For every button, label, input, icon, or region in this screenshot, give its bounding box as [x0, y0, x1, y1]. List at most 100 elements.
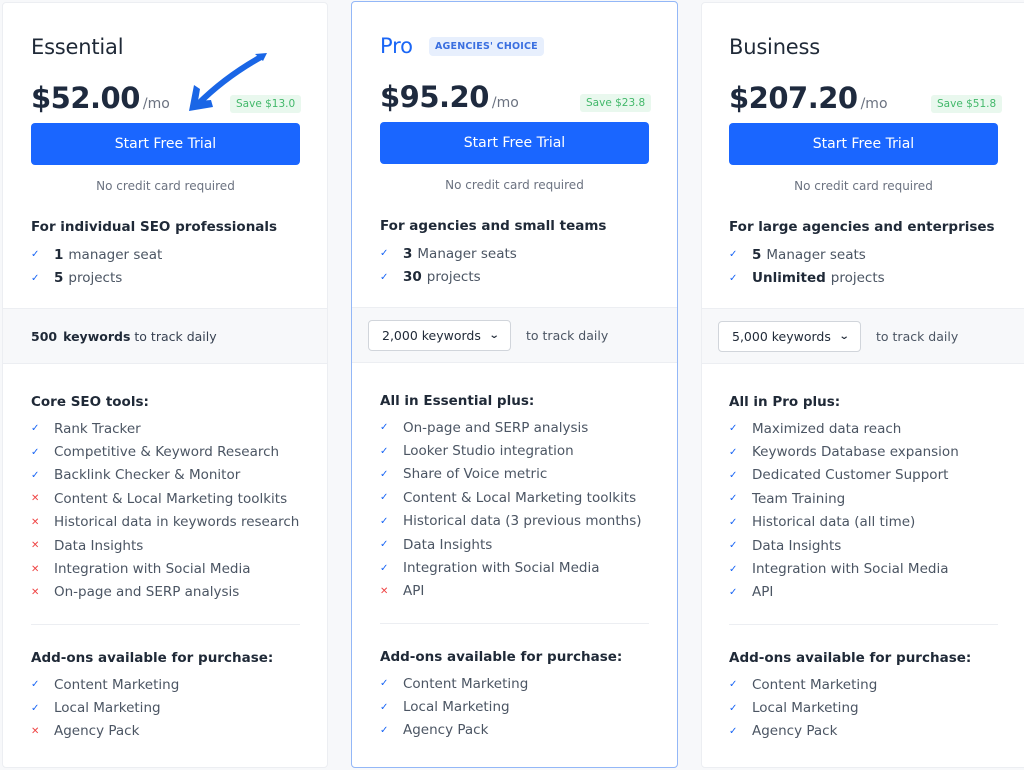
check-icon: ✓ [729, 702, 738, 714]
feature-item: ✓ Team Training [729, 487, 959, 510]
seat-value: 5 [54, 270, 64, 287]
price: $95.20 [380, 80, 489, 114]
feature-label: Agency Pack [54, 723, 140, 740]
addons-list: ✓ Content Marketing ✓ Local Marketing ✕ Agenc… [31, 673, 179, 743]
check-icon: ✓ [380, 248, 389, 260]
cross-icon: ✕ [380, 585, 389, 597]
divider [380, 623, 649, 624]
feature-item: ✓ Content Marketing [31, 673, 179, 696]
feature-label: API [752, 584, 774, 601]
seat-label: projects [830, 270, 885, 287]
feature-item: ✓ Local Marketing [31, 696, 179, 719]
feature-item: ✓ Rank Tracker [31, 417, 299, 440]
features-heading: All in Pro plus: [729, 394, 841, 410]
feature-label: Historical data in keywords research [54, 514, 300, 531]
feature-label: Local Marketing [403, 699, 510, 716]
feature-item: ✓ Backlink Checker & Monitor [31, 464, 299, 487]
feature-item: ✓ Data Insights [380, 533, 642, 556]
feature-label: Keywords Database expansion [752, 444, 959, 461]
seats-list: ✓ 3 Manager seats ✓ 30 projects [380, 242, 517, 289]
feature-label: Content & Local Marketing toolkits [403, 489, 637, 506]
check-icon: ✓ [729, 469, 738, 481]
keywords-dropdown[interactable]: 2,000 keywords ⌄ [368, 319, 511, 351]
keywords-band: 2,000 keywords ⌄ to track daily [352, 307, 677, 363]
feature-item: ✓ API [729, 581, 959, 604]
check-icon: ✓ [380, 701, 389, 713]
feature-item: ✕ Integration with Social Media [31, 557, 299, 580]
check-icon: ✓ [729, 516, 738, 528]
addons-heading: Add-ons available for purchase: [31, 650, 274, 666]
seat-item: ✓ 1 manager seat [31, 243, 162, 266]
feature-item: ✓ Dedicated Customer Support [729, 464, 959, 487]
seat-value: 5 [752, 246, 762, 263]
check-icon: ✓ [31, 249, 40, 261]
start-free-trial-button[interactable]: Start Free Trial [729, 123, 998, 165]
plan-name: Pro [380, 34, 413, 58]
feature-item: ✕ Historical data in keywords research [31, 511, 299, 534]
feature-item: ✓ Competitive & Keyword Research [31, 440, 299, 463]
check-icon: ✓ [729, 563, 738, 575]
check-icon: ✓ [380, 562, 389, 574]
save-badge: Save $51.8 [931, 95, 1003, 113]
feature-label: On-page and SERP analysis [403, 419, 589, 436]
keywords-band: 5,000 keywords ⌄ to track daily [702, 308, 1024, 364]
cross-icon: ✕ [31, 516, 40, 528]
check-icon: ✓ [380, 539, 389, 551]
hand-drawn-arrow-icon [189, 53, 267, 111]
start-free-trial-button[interactable]: Start Free Trial [380, 122, 649, 164]
features-list: ✓ Maximized data reach ✓ Keywords Database … [729, 417, 959, 604]
seat-item: ✓ 3 Manager seats [380, 242, 517, 265]
seat-item: ✓ 5 Manager seats [729, 243, 885, 266]
feature-label: Local Marketing [752, 700, 859, 717]
feature-label: Maximized data reach [752, 420, 902, 437]
feature-item: ✓ Historical data (all time) [729, 511, 959, 534]
price-row: $52.00 /mo [31, 81, 170, 115]
seat-value: 1 [54, 246, 64, 263]
audience-heading: For large agencies and enterprises [729, 219, 995, 235]
keywords-dropdown-value: 2,000 keywords [382, 327, 481, 343]
seat-label: Manager seats [417, 245, 517, 262]
plan-name: Essential [31, 35, 124, 59]
feature-item: ✕ Agency Pack [31, 720, 179, 743]
keywords-dropdown[interactable]: 5,000 keywords ⌄ [718, 320, 861, 352]
check-icon: ✓ [729, 540, 738, 552]
cross-icon: ✕ [31, 586, 40, 598]
feature-item: ✓ Keywords Database expansion [729, 440, 959, 463]
feature-label: On-page and SERP analysis [54, 584, 240, 601]
audience-heading: For agencies and small teams [380, 218, 607, 234]
check-icon: ✓ [729, 249, 738, 261]
feature-item: ✓ Maximized data reach [729, 417, 959, 440]
check-icon: ✓ [380, 271, 389, 283]
keywords-suffix: to track daily [876, 328, 959, 344]
check-icon: ✓ [729, 493, 738, 505]
price-row: $207.20 /mo [729, 81, 888, 115]
check-icon: ✓ [380, 422, 389, 434]
features-list: ✓ On-page and SERP analysis ✓ Looker Studio… [380, 416, 642, 603]
feature-label: API [403, 583, 425, 600]
start-free-trial-button[interactable]: Start Free Trial [31, 123, 300, 165]
feature-item: ✕ API [380, 580, 642, 603]
cross-icon: ✕ [31, 563, 40, 575]
check-icon: ✓ [380, 678, 389, 690]
feature-label: Content Marketing [403, 675, 529, 692]
check-icon: ✓ [729, 423, 738, 435]
feature-label: Local Marketing [54, 700, 161, 717]
divider [729, 624, 998, 625]
feature-label: Agency Pack [752, 723, 838, 740]
seats-list: ✓ 5 Manager seats ✓ Unlimited projects [729, 243, 885, 290]
feature-label: Backlink Checker & Monitor [54, 467, 241, 484]
seat-label: projects [68, 270, 123, 287]
seat-item: ✓ 5 projects [31, 266, 162, 289]
feature-label: Historical data (all time) [752, 514, 916, 531]
plan-card-essential: Essential $52.00 /mo Save $13.0 Start Fr… [2, 2, 328, 768]
addons-list: ✓ Content Marketing ✓ Local Marketing ✓ Agenc… [729, 673, 877, 743]
addons-list: ✓ Content Marketing ✓ Local Marketing ✓ Agenc… [380, 672, 528, 742]
features-heading: Core SEO tools: [31, 394, 149, 410]
feature-label: Team Training [752, 490, 846, 507]
check-icon: ✓ [31, 702, 40, 714]
features-heading: All in Essential plus: [380, 393, 535, 409]
feature-item: ✓ Data Insights [729, 534, 959, 557]
check-icon: ✓ [729, 586, 738, 598]
feature-label: Share of Voice metric [403, 466, 548, 483]
price: $207.20 [729, 81, 858, 115]
